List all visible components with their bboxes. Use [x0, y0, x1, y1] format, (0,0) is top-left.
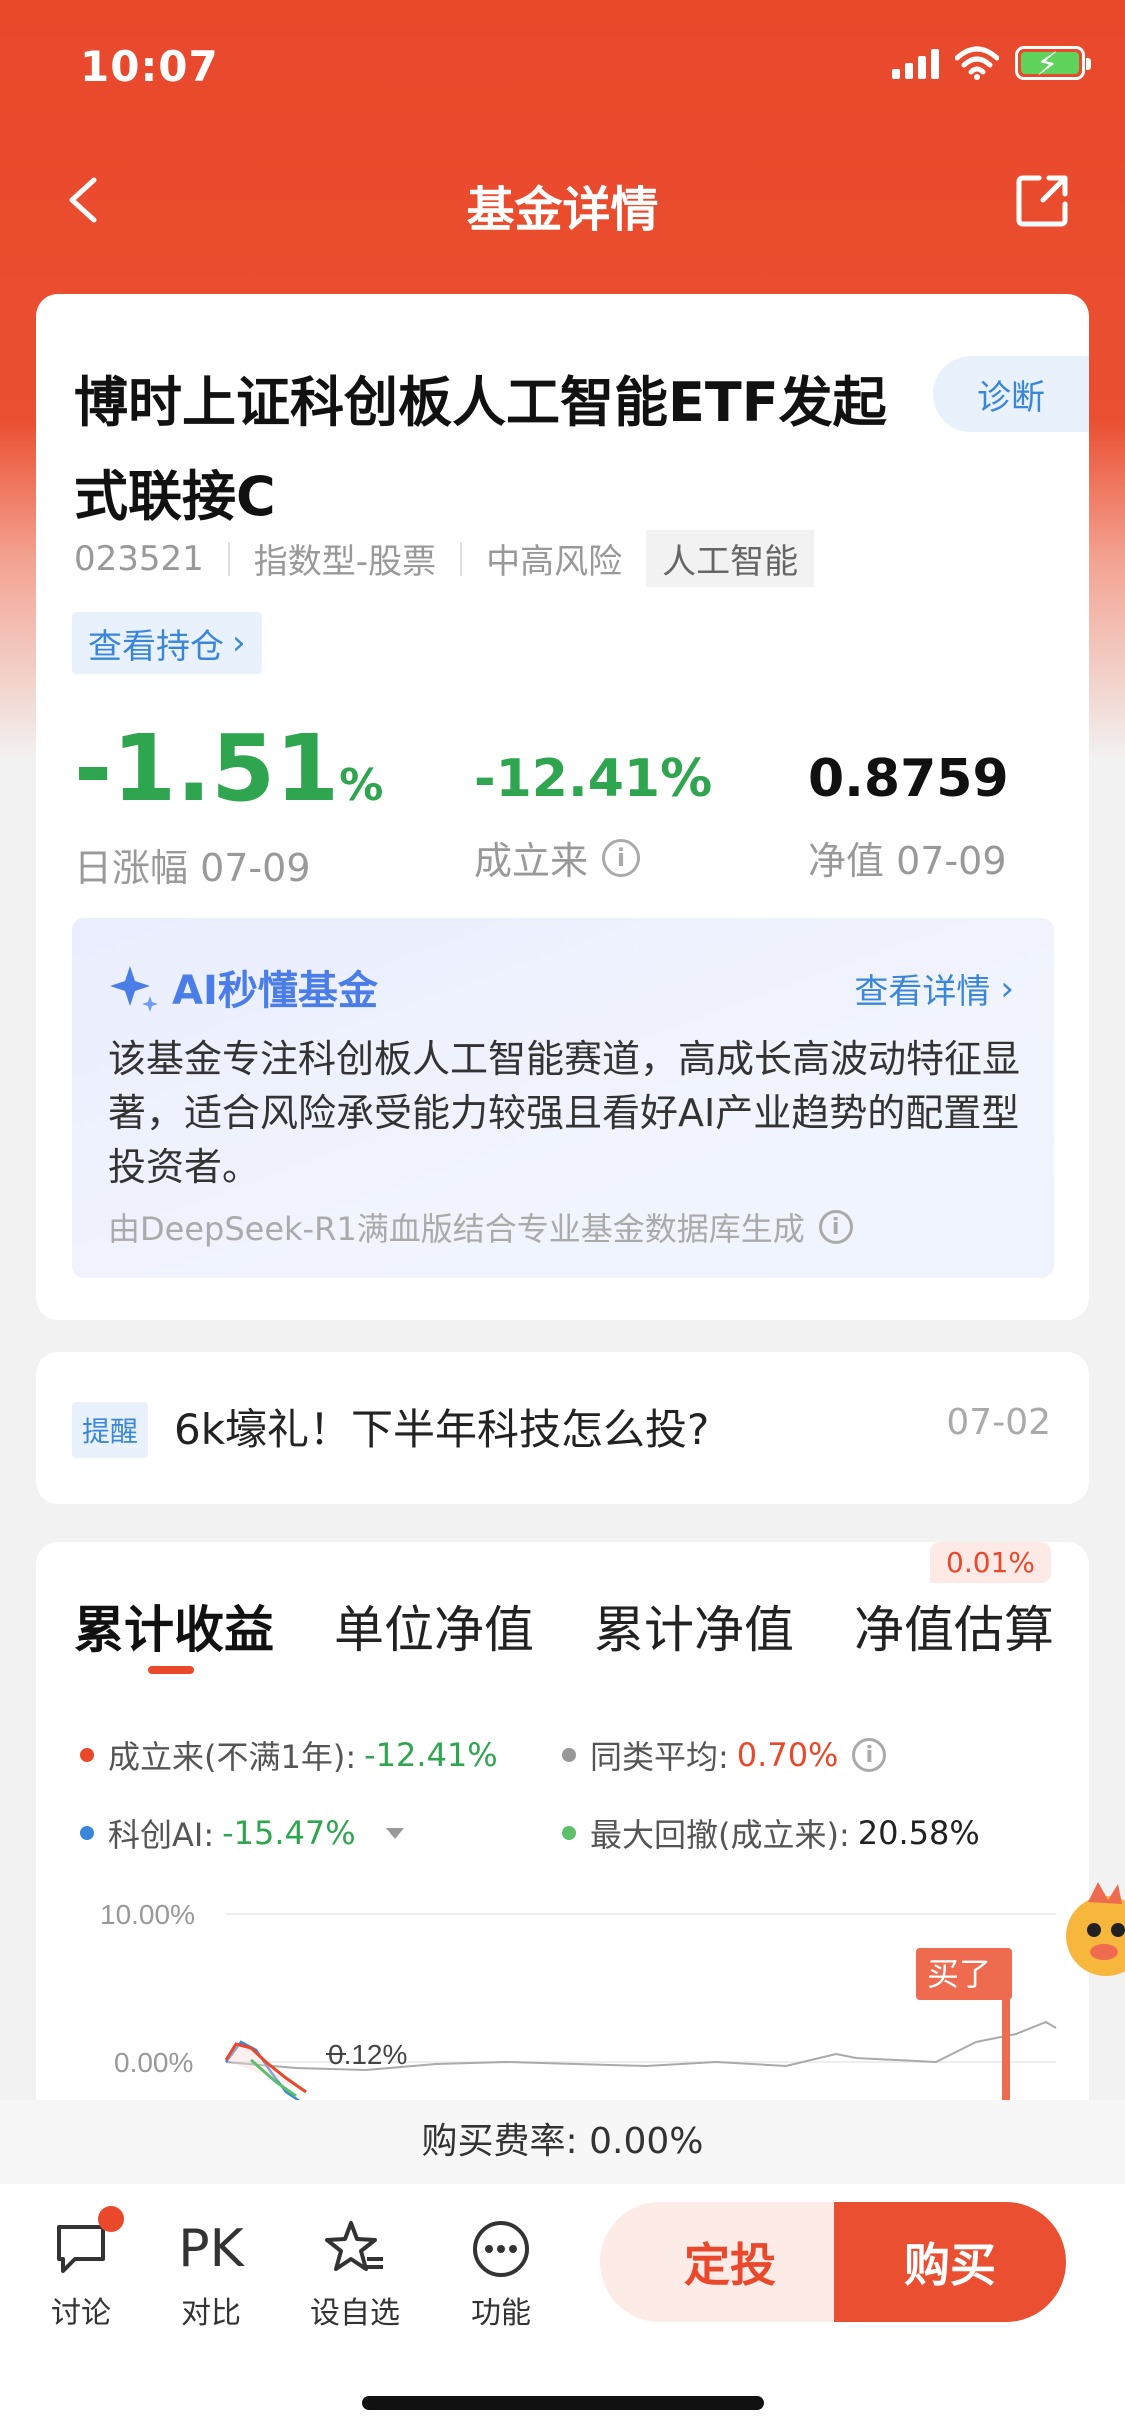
legend-peer-value: 0.70%: [736, 1736, 839, 1774]
ai-footnote-label: 由DeepSeek-R1满血版结合专业基金数据库生成: [108, 1210, 805, 1248]
legend-max-drawdown: 最大回撤(成立来): 20.58%: [562, 1810, 980, 1856]
status-time: 10:07: [80, 42, 219, 91]
info-icon[interactable]: i: [818, 1210, 853, 1244]
fund-meta: 023521 指数型-股票 中高风险 人工智能: [74, 530, 815, 587]
view-holdings-label: 查看持仓: [88, 626, 224, 667]
ai-summary-box[interactable]: AI秒懂基金 查看详情 › 该基金专注科创板人工智能赛道，高成长高波动特征显著，…: [72, 918, 1054, 1278]
ai-view-details-link[interactable]: 查看详情 ›: [854, 964, 1014, 1013]
theme-tag[interactable]: 人工智能: [646, 530, 815, 587]
wifi-icon: [955, 46, 999, 80]
more-functions-button[interactable]: 功能: [446, 2210, 556, 2332]
reminder-text: 6k壕礼！下半年科技怎么投?: [174, 1405, 710, 1454]
buy-button[interactable]: 购买: [834, 2202, 1066, 2322]
legend-index-label: 科创AI:: [108, 1816, 215, 1854]
fund-summary-card: 博时上证科创板人工智能ETF发起式联接C 诊断 023521 指数型-股票 中高…: [36, 294, 1089, 1320]
daily-change-stat: -1.51% 日涨幅 07-09: [74, 714, 383, 892]
ai-view-details-label: 查看详情: [854, 972, 991, 1012]
chart-tabs: 累计收益 单位净值 累计净值 净值估算: [74, 1590, 1054, 1662]
view-holdings-link[interactable]: 查看持仓 ›: [72, 612, 262, 674]
info-icon[interactable]: i: [602, 838, 641, 877]
star-icon: [325, 2221, 383, 2271]
buy-marker-label: 买了: [927, 1956, 991, 1992]
nav-bar: 基金详情: [0, 150, 1125, 250]
return-chart[interactable]: 10.00% 0.00% 0.12% 买了: [36, 1882, 1089, 2122]
add-watchlist-button[interactable]: 设自选: [300, 2210, 410, 2332]
invest-plan-button[interactable]: 定投: [600, 2202, 860, 2322]
y-axis-label-zero: 0.00%: [114, 2047, 193, 2078]
fee-label: 购买费率:: [421, 2121, 578, 2162]
legend-peer-average: 同类平均: 0.70% i: [562, 1732, 887, 1778]
legend-index[interactable]: 科创AI: -15.47%: [80, 1810, 404, 1856]
fund-type: 指数型-股票: [253, 542, 437, 582]
hover-value-label: 0.12%: [328, 2039, 407, 2070]
reminder-card[interactable]: 提醒 6k壕礼！下半年科技怎么投? 07-02: [36, 1352, 1089, 1504]
fund-risk: 中高风险: [486, 542, 623, 582]
nav-value: 0.8759: [808, 749, 1009, 809]
ai-summary-text: 该基金专注科创板人工智能赛道，高成长高波动特征显著，适合风险承受能力较强且看好A…: [108, 1037, 1021, 1189]
mascot-icon[interactable]: [1052, 1878, 1125, 1988]
legend-inception-label: 成立来(不满1年):: [108, 1738, 357, 1776]
tab-cumulative-return[interactable]: 累计收益: [74, 1590, 274, 1662]
purchase-fee-bar: 购买费率: 0.00%: [0, 2100, 1125, 2184]
reminder-date: 07-02: [946, 1402, 1051, 1443]
compare-label: 对比: [181, 2296, 241, 2331]
watchlist-label: 设自选: [310, 2296, 400, 2331]
page-title: 基金详情: [466, 182, 659, 238]
tab-cumulative-nav[interactable]: 累计净值: [594, 1590, 794, 1662]
reminder-tag: 提醒: [72, 1402, 149, 1458]
nav-stat: 0.8759 净值 07-09: [808, 714, 1009, 885]
caret-down-icon[interactable]: [385, 1827, 404, 1839]
y-axis-label-top: 10.00%: [100, 1899, 195, 1930]
daily-change-value: -1.51: [74, 715, 340, 822]
legend-peer-label: 同类平均:: [590, 1738, 729, 1776]
more-dots-icon: [473, 2221, 529, 2277]
chevron-right-icon: ›: [232, 623, 246, 663]
daily-change-unit: %: [339, 760, 384, 811]
estimate-badge: 0.01%: [930, 1542, 1051, 1583]
daily-change-label: 日涨幅 07-09: [74, 846, 311, 890]
legend-drawdown-label: 最大回撤(成立来):: [590, 1816, 850, 1854]
fee-value: 0.00%: [589, 2121, 704, 2162]
since-inception-value: -12.41%: [474, 749, 713, 809]
discuss-label: 讨论: [51, 2296, 111, 2331]
diagnose-button[interactable]: 诊断: [933, 356, 1089, 432]
more-label: 功能: [471, 2296, 531, 2331]
discuss-button[interactable]: 讨论: [26, 2206, 136, 2332]
cell-signal-icon: [892, 47, 939, 79]
sparkle-icon: [110, 966, 158, 1012]
legend-inception: 成立来(不满1年): -12.41%: [80, 1732, 498, 1778]
tab-nav-estimate[interactable]: 净值估算: [854, 1590, 1054, 1662]
legend-drawdown-value: 20.58%: [857, 1814, 980, 1852]
info-icon[interactable]: i: [852, 1738, 887, 1772]
legend-inception-value: -12.41%: [364, 1736, 498, 1774]
share-icon[interactable]: [1013, 170, 1073, 230]
active-tab-indicator: [148, 1666, 194, 1674]
pk-icon: PK: [178, 2219, 244, 2279]
compare-button[interactable]: PK 对比: [156, 2210, 266, 2332]
chevron-right-icon: ›: [1000, 968, 1014, 1009]
tab-unit-nav[interactable]: 单位净值: [334, 1590, 534, 1662]
legend-index-value: -15.47%: [222, 1814, 356, 1852]
since-inception-label: 成立来: [474, 839, 589, 883]
status-icons: ⚡: [892, 45, 1091, 83]
home-indicator: [362, 2396, 764, 2410]
ai-title: AI秒懂基金: [108, 958, 378, 1016]
notification-dot: [98, 2206, 124, 2232]
ai-footnote: 由DeepSeek-R1满血版结合专业基金数据库生成 i: [108, 1204, 853, 1250]
ai-title-label: AI秒懂基金: [172, 968, 378, 1014]
fund-name: 博时上证科创板人工智能ETF发起式联接C: [74, 371, 887, 528]
nav-label: 净值 07-09: [808, 839, 1007, 883]
since-inception-stat: -12.41% 成立来 i: [474, 714, 712, 885]
battery-icon: ⚡: [1015, 45, 1091, 83]
fund-code: 023521: [74, 538, 204, 579]
